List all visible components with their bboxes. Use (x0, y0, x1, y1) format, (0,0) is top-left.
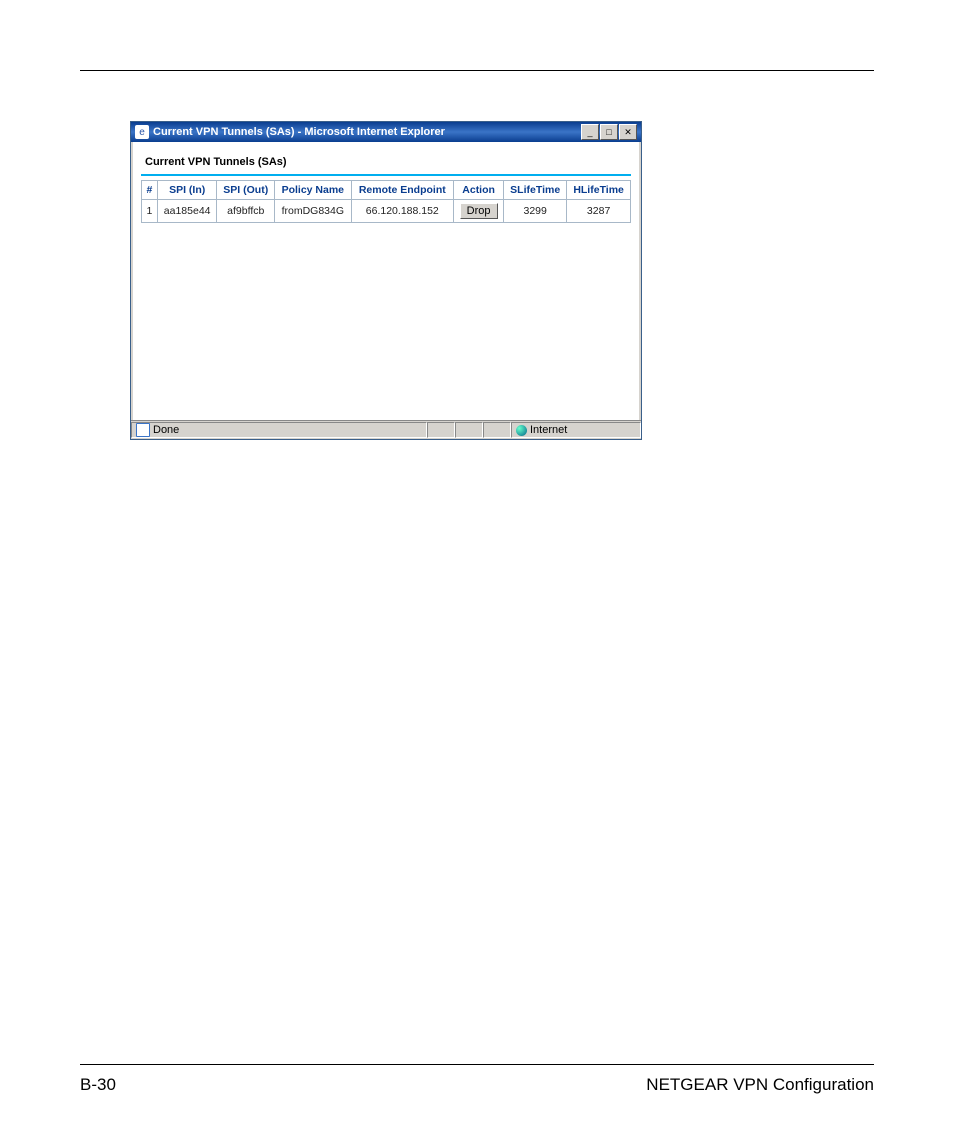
status-text: Done (153, 424, 179, 436)
page-icon (136, 423, 150, 437)
cell-slife: 3299 (504, 200, 567, 223)
titlebar: e Current VPN Tunnels (SAs) - Microsoft … (131, 122, 641, 142)
status-pane-2 (455, 422, 483, 438)
window-title: Current VPN Tunnels (SAs) - Microsoft In… (153, 126, 581, 138)
status-pane-3 (483, 422, 511, 438)
cell-endpoint: 66.120.188.152 (351, 200, 454, 223)
status-zone: Internet (511, 422, 641, 438)
doc-title: NETGEAR VPN Configuration (646, 1075, 874, 1095)
status-left: Done (131, 422, 427, 438)
cell-policy: fromDG834G (275, 200, 351, 223)
col-action: Action (454, 181, 504, 200)
ie-icon: e (135, 125, 149, 139)
col-endpoint: Remote Endpoint (351, 181, 454, 200)
cell-spi-in: aa185e44 (157, 200, 217, 223)
col-slife: SLifeTime (504, 181, 567, 200)
page-number: B-30 (80, 1075, 116, 1095)
statusbar: Done Internet (131, 420, 641, 439)
footer: B-30 NETGEAR VPN Configuration (80, 1075, 874, 1095)
cell-spi-out: af9bffcb (217, 200, 275, 223)
col-spi-out: SPI (Out) (217, 181, 275, 200)
internet-icon (516, 425, 527, 436)
drop-button[interactable]: Drop (460, 203, 498, 219)
zone-text: Internet (530, 424, 567, 436)
content-area: Current VPN Tunnels (SAs) # SPI (In) SPI… (131, 142, 641, 420)
status-pane-1 (427, 422, 455, 438)
close-button[interactable]: ✕ (619, 124, 637, 140)
col-spi-in: SPI (In) (157, 181, 217, 200)
maximize-button[interactable]: □ (600, 124, 618, 140)
col-hlife: HLifeTime (567, 181, 631, 200)
col-policy: Policy Name (275, 181, 351, 200)
cell-action: Drop (454, 200, 504, 223)
panel-heading: Current VPN Tunnels (SAs) (145, 156, 631, 168)
table-header-row: # SPI (In) SPI (Out) Policy Name Remote … (142, 181, 631, 200)
table-row: 1 aa185e44 af9bffcb fromDG834G 66.120.18… (142, 200, 631, 223)
cell-num: 1 (142, 200, 158, 223)
browser-window: e Current VPN Tunnels (SAs) - Microsoft … (130, 121, 642, 440)
minimize-button[interactable]: _ (581, 124, 599, 140)
separator (141, 174, 631, 176)
bottom-rule (80, 1064, 874, 1065)
cell-hlife: 3287 (567, 200, 631, 223)
vpn-tunnels-table: # SPI (In) SPI (Out) Policy Name Remote … (141, 180, 631, 223)
col-num: # (142, 181, 158, 200)
top-rule (80, 70, 874, 71)
